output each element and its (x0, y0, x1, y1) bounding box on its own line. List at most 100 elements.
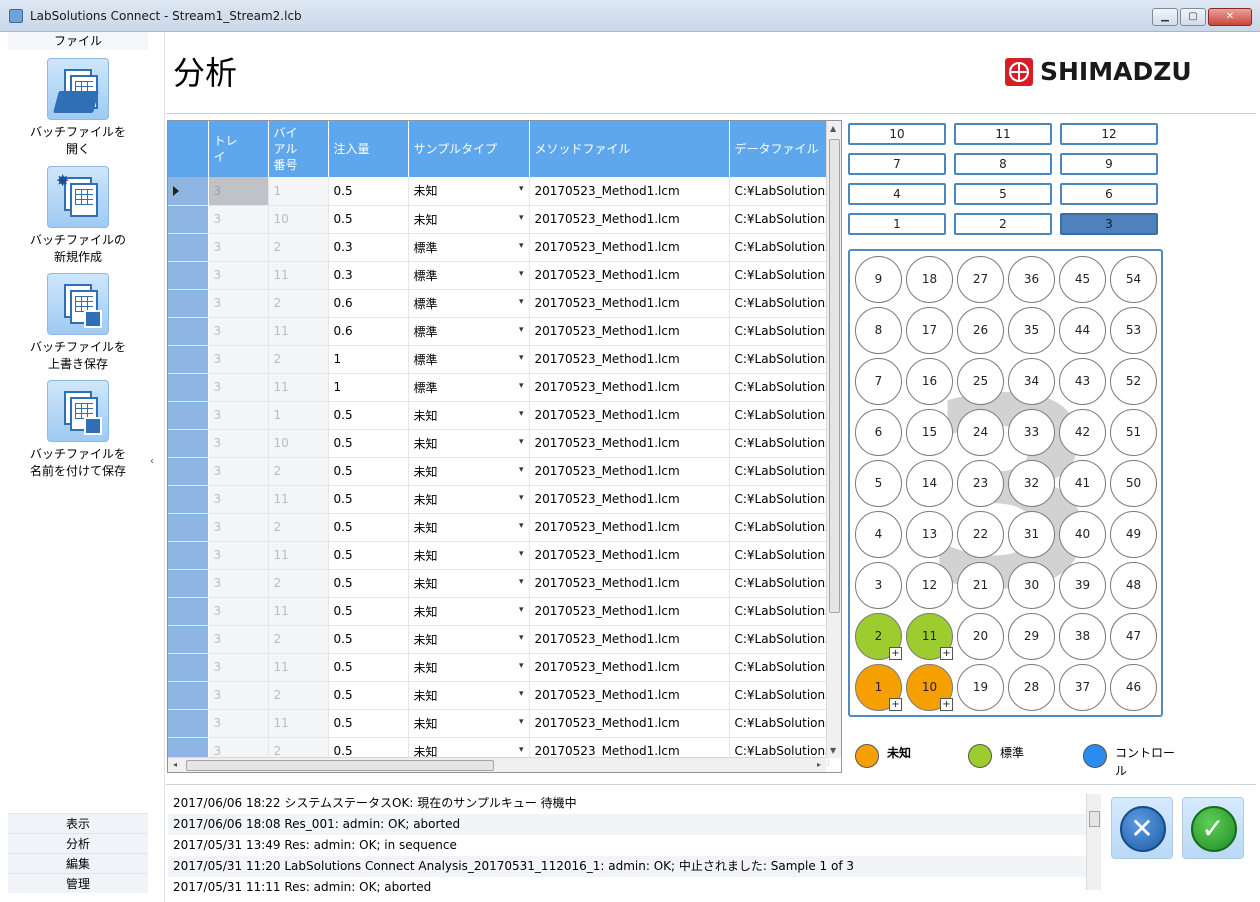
table-vertical-scrollbar[interactable]: ▲ ▼ (826, 121, 841, 758)
column-header-selector[interactable] (168, 121, 209, 177)
injection-volume-cell[interactable]: 0.5 (328, 709, 409, 738)
injection-volume-cell[interactable]: 1 (328, 345, 409, 374)
method-file-cell[interactable]: 20170523_Method1.lcm (529, 177, 730, 206)
vial-4[interactable]: 4 (855, 511, 902, 558)
tray-button-6[interactable]: 6 (1060, 183, 1158, 205)
vial-16[interactable]: 16 (906, 358, 953, 405)
sidebar-item-new-batch[interactable]: ✸ バッチファイルの 新規作成 (8, 166, 148, 266)
vial-6[interactable]: 6 (855, 409, 902, 456)
method-file-cell[interactable]: 20170523_Method1.lcm (529, 261, 730, 290)
column-header-vial-number[interactable]: バイ アル 番号 (268, 121, 329, 177)
ok-button[interactable]: ✓ (1182, 797, 1244, 859)
row-selector[interactable] (168, 513, 209, 542)
table-row[interactable]: 3 11 0.6 標準 ▾ 20170523_Method1.lcm C:¥LabSolut… (168, 317, 829, 346)
sample-type-cell[interactable]: 未知 ▾ (408, 401, 530, 430)
method-file-cell[interactable]: 20170523_Method1.lcm (529, 597, 730, 626)
vial-28[interactable]: 28 (1008, 664, 1055, 711)
sample-type-cell[interactable]: 標準 ▾ (408, 233, 530, 262)
vial-30[interactable]: 30 (1008, 562, 1055, 609)
data-file-cell[interactable]: C:¥LabSolutions (729, 345, 829, 374)
scroll-left-icon[interactable]: ◂ (173, 760, 177, 769)
table-row[interactable]: 3 11 0.5 未知 ▾ 20170523_Method1.lcm C:¥LabSolut… (168, 597, 829, 626)
table-row[interactable]: 3 11 1 標準 ▾ 20170523_Method1.lcm C:¥LabSolutio… (168, 373, 829, 402)
tray-button-7[interactable]: 7 (848, 153, 946, 175)
tray-button-4[interactable]: 4 (848, 183, 946, 205)
sidebar-item-save-batch[interactable]: バッチファイルを 上書き保存 (8, 273, 148, 373)
sample-type-cell[interactable]: 未知 ▾ (408, 513, 530, 542)
method-file-cell[interactable]: 20170523_Method1.lcm (529, 289, 730, 318)
scroll-thumb[interactable] (186, 760, 494, 771)
maximize-button[interactable]: ▢ (1180, 8, 1206, 26)
sample-type-cell[interactable]: 標準 ▾ (408, 373, 530, 402)
row-selector[interactable] (168, 597, 209, 626)
dropdown-arrow-icon[interactable]: ▾ (519, 353, 524, 363)
vial-37[interactable]: 37 (1059, 664, 1106, 711)
vial-48[interactable]: 48 (1110, 562, 1157, 609)
table-row[interactable]: 3 1 0.5 未知 ▾ 20170523_Method1.lcm C:¥LabSoluti… (168, 177, 829, 206)
row-selector[interactable] (168, 541, 209, 570)
scroll-up-icon[interactable]: ▲ (830, 124, 836, 133)
vial-11[interactable]: 11 + (906, 613, 953, 660)
table-row[interactable]: 3 2 0.5 未知 ▾ 20170523_Method1.lcm C:¥LabSoluti… (168, 457, 829, 486)
vial-53[interactable]: 53 (1110, 307, 1157, 354)
table-row[interactable]: 3 1 0.5 未知 ▾ 20170523_Method1.lcm C:¥LabSoluti… (168, 401, 829, 430)
table-row[interactable]: 3 10 0.5 未知 ▾ 20170523_Method1.lcm C:¥LabSolut… (168, 205, 829, 234)
table-row[interactable]: 3 11 0.5 未知 ▾ 20170523_Method1.lcm C:¥LabSolut… (168, 485, 829, 514)
dropdown-arrow-icon[interactable]: ▾ (519, 325, 524, 335)
vial-54[interactable]: 54 (1110, 256, 1157, 303)
tray-button-1[interactable]: 1 (848, 213, 946, 235)
dropdown-arrow-icon[interactable]: ▾ (519, 241, 524, 251)
vial-35[interactable]: 35 (1008, 307, 1055, 354)
data-file-cell[interactable]: C:¥LabSolutions (729, 625, 829, 654)
sample-type-cell[interactable]: 未知 ▾ (408, 597, 530, 626)
vial-18[interactable]: 18 (906, 256, 953, 303)
injection-volume-cell[interactable]: 0.5 (328, 597, 409, 626)
sample-type-cell[interactable]: 未知 ▾ (408, 457, 530, 486)
method-file-cell[interactable]: 20170523_Method1.lcm (529, 681, 730, 710)
row-selector[interactable] (168, 317, 209, 346)
vial-29[interactable]: 29 (1008, 613, 1055, 660)
vial-2[interactable]: 2 + (855, 613, 902, 660)
dropdown-arrow-icon[interactable]: ▾ (519, 717, 524, 727)
dropdown-arrow-icon[interactable]: ▾ (519, 689, 524, 699)
vial-32[interactable]: 32 (1008, 460, 1055, 507)
vial-8[interactable]: 8 (855, 307, 902, 354)
tray-button-11[interactable]: 11 (954, 123, 1052, 145)
data-file-cell[interactable]: C:¥LabSolutions (729, 401, 829, 430)
log-scrollbar[interactable] (1086, 794, 1101, 890)
row-selector[interactable] (168, 653, 209, 682)
dropdown-arrow-icon[interactable]: ▾ (519, 661, 524, 671)
injection-volume-cell[interactable]: 0.5 (328, 205, 409, 234)
sample-type-cell[interactable]: 未知 ▾ (408, 429, 530, 458)
vial-23[interactable]: 23 (957, 460, 1004, 507)
sample-type-cell[interactable]: 未知 ▾ (408, 541, 530, 570)
dropdown-arrow-icon[interactable]: ▾ (519, 521, 524, 531)
table-row[interactable]: 3 2 0.6 標準 ▾ 20170523_Method1.lcm C:¥LabSoluti… (168, 289, 829, 318)
injection-volume-cell[interactable]: 0.5 (328, 653, 409, 682)
sidebar-collapse-icon[interactable]: ‹ (150, 456, 154, 467)
method-file-cell[interactable]: 20170523_Method1.lcm (529, 541, 730, 570)
data-file-cell[interactable]: C:¥LabSolutions (729, 709, 829, 738)
add-vial-icon[interactable]: + (889, 647, 902, 660)
vial-21[interactable]: 21 (957, 562, 1004, 609)
row-selector[interactable] (168, 233, 209, 262)
row-selector[interactable] (168, 401, 209, 430)
injection-volume-cell[interactable]: 0.5 (328, 177, 409, 206)
vial-19[interactable]: 19 (957, 664, 1004, 711)
sample-type-cell[interactable]: 未知 ▾ (408, 177, 530, 206)
table-row[interactable]: 3 10 0.5 未知 ▾ 20170523_Method1.lcm C:¥LabSolut… (168, 429, 829, 458)
column-header-sample-type[interactable]: サンプルタイプ (408, 121, 530, 177)
vial-43[interactable]: 43 (1059, 358, 1106, 405)
vial-24[interactable]: 24 (957, 409, 1004, 456)
vial-46[interactable]: 46 (1110, 664, 1157, 711)
injection-volume-cell[interactable]: 0.3 (328, 261, 409, 290)
add-vial-icon[interactable]: + (889, 698, 902, 711)
vial-50[interactable]: 50 (1110, 460, 1157, 507)
dropdown-arrow-icon[interactable]: ▾ (519, 465, 524, 475)
sample-type-cell[interactable]: 未知 ▾ (408, 205, 530, 234)
table-row[interactable]: 3 11 0.5 未知 ▾ 20170523_Method1.lcm C:¥LabSolut… (168, 541, 829, 570)
table-row[interactable]: 3 2 0.5 未知 ▾ 20170523_Method1.lcm C:¥LabSoluti… (168, 513, 829, 542)
row-selector[interactable] (168, 625, 209, 654)
table-row[interactable]: 3 2 0.5 未知 ▾ 20170523_Method1.lcm C:¥LabSoluti… (168, 569, 829, 598)
vial-39[interactable]: 39 (1059, 562, 1106, 609)
